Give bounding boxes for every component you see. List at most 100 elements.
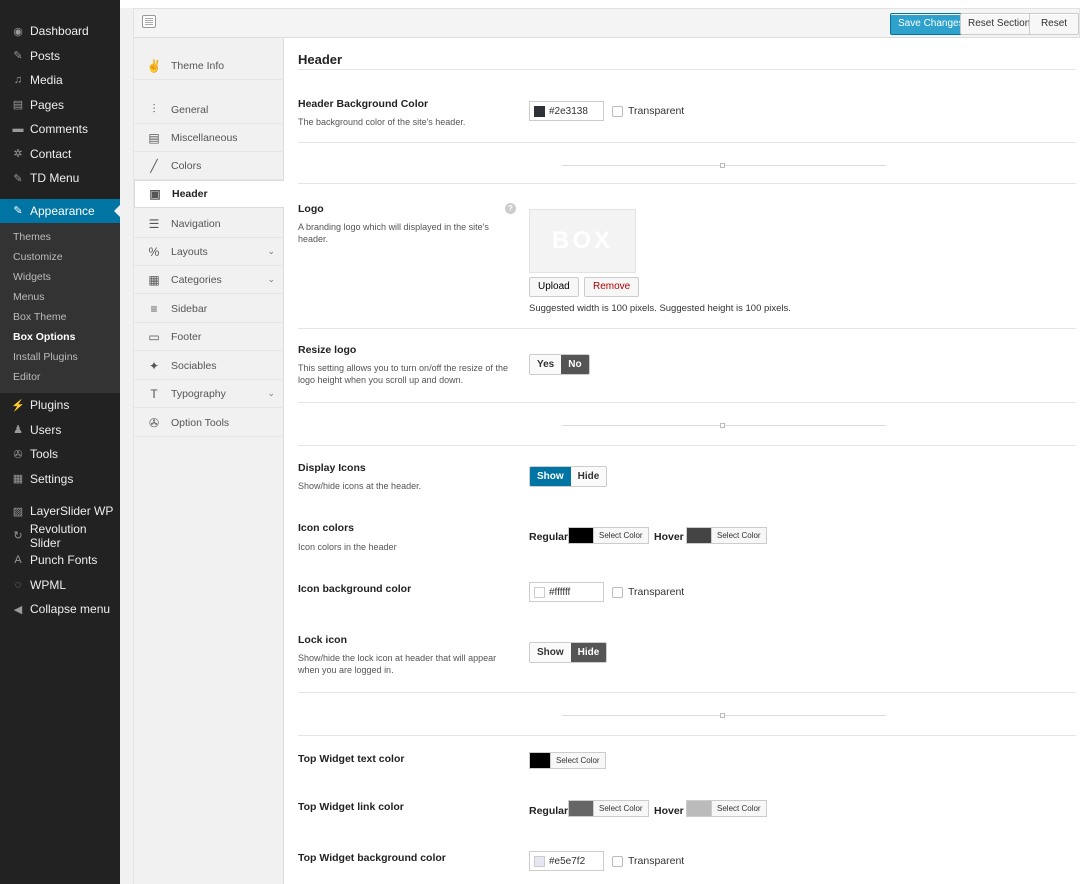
tw-link-hover-color-picker[interactable]: Select Color (686, 799, 767, 818)
plug-icon: ⚡ (11, 399, 25, 412)
menu-icon: ≡ (150, 301, 158, 316)
tw-bg-transparent-checkbox[interactable] (612, 856, 623, 867)
tw-link-regular-color-picker[interactable]: Select Color (568, 799, 649, 818)
nav-item-colors[interactable]: ╱ Colors (134, 152, 285, 180)
admin-menu-item-pages[interactable]: ▤ Pages (0, 93, 120, 118)
nav-item-header[interactable]: ▣ Header (134, 180, 286, 208)
nav-item-footer[interactable]: ▭ Footer (134, 323, 285, 351)
lock-icon-toggle[interactable]: Show Hide (529, 642, 608, 663)
select-color-button[interactable]: Select Color (550, 752, 606, 769)
wrench-icon: ✇ (148, 415, 160, 430)
icon-regular-color-picker[interactable]: Select Color (568, 526, 649, 545)
tw-bg-color-input[interactable]: #e5e7f2 (529, 851, 604, 871)
submenu-item-install-plugins[interactable]: Install Plugins (0, 347, 120, 367)
hide-option[interactable]: Hide (570, 467, 607, 486)
nav-item-categories[interactable]: ▦ Categories ⌄ (134, 266, 285, 294)
submenu-item-box-theme[interactable]: Box Theme (0, 307, 120, 327)
select-color-button[interactable]: Select Color (711, 800, 767, 817)
header-bg-transparent-checkbox[interactable] (612, 106, 623, 117)
header-bg-color-input[interactable]: #2e3138 (529, 101, 604, 121)
admin-menu-label: Punch Fonts (30, 553, 98, 568)
help-icon[interactable]: ? (505, 203, 516, 214)
submenu-item-themes[interactable]: Themes (0, 227, 120, 247)
top-strip (120, 0, 1080, 8)
resize-logo-toggle[interactable]: Yes No (529, 354, 590, 375)
nav-item-typography[interactable]: T Typography ⌄ (134, 380, 285, 408)
select-color-button[interactable]: Select Color (593, 527, 649, 544)
tw-text-color-picker[interactable]: Select Color (529, 751, 606, 770)
options-panel: Header Header Background Color The backg… (284, 38, 1080, 884)
submenu-item-box-options[interactable]: Box Options (0, 327, 120, 347)
yes-option[interactable]: Yes (530, 355, 562, 374)
admin-menu-item-plugins[interactable]: ⚡ Plugins (0, 393, 120, 418)
lock-icon-title: Lock icon (298, 634, 348, 646)
collapse-icon: ◀ (13, 603, 23, 616)
icon-bg-transparent-checkbox[interactable] (612, 587, 623, 598)
no-option[interactable]: No (561, 355, 589, 374)
icon-bg-color-input[interactable]: #ffffff (529, 582, 604, 602)
submenu-item-menus[interactable]: Menus (0, 287, 120, 307)
image-icon: ▨ (12, 505, 24, 518)
show-option[interactable]: Show (530, 467, 571, 486)
tw-bg-transparent-label: Transparent (628, 855, 685, 867)
nav-item-label: General (171, 103, 209, 116)
admin-menu-item-contact[interactable]: ✲ Contact (0, 142, 120, 167)
admin-menu-item-tools[interactable]: ✇ Tools (0, 442, 120, 467)
admin-menu-label: Posts (30, 48, 61, 63)
color-swatch (686, 800, 712, 817)
header-bg-transparent-label: Transparent (628, 105, 685, 117)
pin-icon: ✎ (13, 50, 23, 63)
nav-item-navigation[interactable]: ☰ Navigation (134, 210, 285, 238)
admin-menu-item-settings[interactable]: ▦ Settings (0, 467, 120, 492)
pages-icon: ▤ (12, 99, 24, 112)
nav-item-miscellaneous[interactable]: ▤ Miscellaneous (134, 124, 285, 152)
nav-item-option-tools[interactable]: ✇ Option Tools (134, 409, 285, 437)
lock-icon-desc: Show/hide the lock icon at header that w… (298, 653, 497, 675)
submenu-item-editor[interactable]: Editor (0, 367, 120, 387)
nav-item-label: Header (172, 188, 208, 200)
nav-item-layouts[interactable]: % Layouts ⌄ (134, 238, 285, 266)
select-color-button[interactable]: Select Color (711, 527, 767, 544)
nav-item-sidebar[interactable]: ≡ Sidebar (134, 295, 285, 323)
admin-menu-item-comments[interactable]: ▬ Comments (0, 117, 120, 142)
admin-menu-item-media[interactable]: ♫ Media (0, 68, 120, 93)
upload-button[interactable]: Upload (529, 277, 579, 297)
admin-menu-item-revolution-slider[interactable]: ↻ Revolution Slider (0, 522, 120, 550)
submenu-item-widgets[interactable]: Widgets (0, 267, 120, 287)
divider (298, 735, 1076, 736)
header-bg-color-value: #2e3138 (549, 105, 588, 117)
admin-menu-item-td-menu[interactable]: ✎ TD Menu (0, 166, 120, 191)
admin-menu-item-posts[interactable]: ✎ Posts (0, 44, 120, 69)
gear-icon: ✲ (13, 148, 23, 161)
logo-desc: A branding logo which will displayed in … (298, 222, 489, 244)
admin-menu-item-users[interactable]: ♟ Users (0, 418, 120, 443)
hide-option[interactable]: Hide (570, 643, 607, 662)
admin-menu-item-appearance[interactable]: ✎ Appearance (0, 198, 120, 223)
nav-item-label: Theme Info (171, 59, 225, 72)
display-icons-toggle[interactable]: Show Hide (529, 466, 608, 487)
resize-logo-title: Resize logo (298, 344, 357, 356)
color-swatch (529, 752, 551, 769)
nav-item-label: Sociables (171, 359, 217, 372)
icon-hover-color-picker[interactable]: Select Color (686, 526, 767, 545)
list-icon: ☰ (148, 216, 160, 231)
divider (298, 69, 1076, 70)
device-icon[interactable] (142, 15, 156, 28)
admin-menu-item-dashboard[interactable]: ◉ Dashboard (0, 19, 120, 44)
admin-menu-item-wpml[interactable]: ◌ WPML (0, 573, 120, 598)
admin-menu-item-punch-fonts[interactable]: A Punch Fonts (0, 548, 120, 573)
submenu-item-customize[interactable]: Customize (0, 247, 120, 267)
show-option[interactable]: Show (530, 643, 571, 662)
nav-item-theme-info[interactable]: ✌ Theme Info (134, 52, 285, 80)
select-color-button[interactable]: Select Color (593, 800, 649, 817)
remove-button[interactable]: Remove (584, 277, 640, 297)
color-swatch (568, 800, 594, 817)
nav-item-sociables[interactable]: ✦ Sociables (134, 352, 285, 380)
nav-item-label: Miscellaneous (171, 131, 238, 144)
admin-menu-item-layerslider-wp[interactable]: ▨ LayerSlider WP (0, 499, 120, 524)
admin-menu-item-collapse-menu[interactable]: ◀ Collapse menu (0, 597, 120, 622)
nav-item-general[interactable]: ⫶ General (134, 96, 285, 124)
reset-section-button[interactable]: Reset Section (960, 13, 1039, 35)
reset-all-button[interactable]: Reset All (1029, 13, 1079, 49)
options-toolbar: Save Changes Reset Section Reset All (133, 8, 1080, 49)
